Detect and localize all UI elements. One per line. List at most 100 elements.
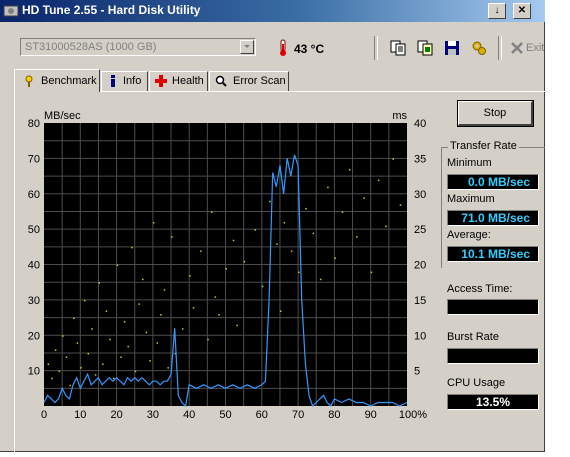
access-time-point [131,246,133,249]
y2-tick-label: 10 [414,330,426,342]
access-time-point [47,363,50,366]
y2-tick-label: 25 [414,224,426,236]
access-time-point [210,211,213,213]
burst-rate-value [447,348,539,364]
access-time-point [319,278,322,281]
access-time-label: Access Time: [447,283,513,295]
average-value: 10.1 MB/sec [447,246,539,262]
access-time-point [149,360,151,362]
access-time-point [334,257,336,259]
x-tick-label: 40 [183,409,195,421]
x-tick-label: 20 [110,409,122,421]
access-time-point [105,310,108,312]
access-time-point [276,243,278,245]
access-time-point [356,236,358,238]
access-time-point [116,264,119,266]
access-time-point [152,222,155,224]
access-time-point [192,306,195,309]
access-time-point [305,207,307,210]
access-time-point [54,349,57,351]
access-time-point [142,278,144,281]
access-time-point [69,384,71,387]
access-time-point [385,225,387,228]
access-time-point [163,289,166,291]
benchmark-icon [25,75,33,87]
access-time-point [171,236,173,238]
access-time-point [58,370,61,373]
tab-benchmark[interactable]: Benchmark [14,69,100,92]
y2-axis-label: ms [392,110,407,122]
x-tick-label: 10 [74,409,86,421]
access-time-point [312,232,315,235]
x-tick-label: 0 [41,409,47,421]
access-time-point [232,239,235,242]
access-time-point [290,250,293,252]
access-time-point [76,342,79,344]
stop-button[interactable]: Stop [457,100,534,127]
y-tick-label: 40 [28,260,40,272]
access-time-point [123,321,126,323]
y-tick-label: 50 [28,224,40,236]
access-time-point [138,303,140,305]
maximum-value: 71.0 MB/sec [447,210,539,226]
y-tick-label: 70 [28,153,40,165]
access-time-point [87,352,90,355]
access-time-point [254,229,257,231]
y2-tick-label: 40 [414,118,426,130]
access-time-point [225,268,227,270]
burst-rate-label: Burst Rate [447,331,499,343]
access-time-point [341,211,344,213]
y-axis-label: MB/sec [44,110,81,122]
access-time-point [269,200,271,203]
access-time-point [348,168,351,171]
y-tick-label: 60 [28,189,40,201]
access-time-point [261,285,264,288]
access-time-point [65,356,68,358]
access-time-point [279,310,282,312]
access-time-point [243,260,246,263]
x-tick-label: 50 [219,409,231,421]
access-time-point [120,356,122,358]
maximum-label: Maximum [447,193,495,205]
x-tick-label: 80 [328,409,340,421]
access-time-point [51,377,53,380]
access-time-point [83,299,86,302]
app-window: HD Tune 2.55 - Hard Disk Utility ↓ ✕ ST3… [0,0,545,452]
access-time-point [80,367,82,369]
y2-tick-label: 35 [414,153,426,165]
access-time-point [392,158,394,160]
access-time-point [127,345,129,348]
access-time-point [160,314,162,316]
y2-tick-label: 5 [414,366,420,378]
access-time-point [156,342,159,344]
minimum-value: 0.0 MB/sec [447,174,539,190]
access-time-point [399,204,402,206]
access-time-point [207,338,209,341]
y-tick-label: 80 [28,118,40,130]
access-time-point [327,186,329,189]
access-time-point [283,222,286,224]
access-time-point [98,282,100,284]
x-tick-label: 90 [365,409,377,421]
y-tick-label: 20 [28,330,40,342]
access-time-point [189,275,191,277]
access-time-point [94,374,97,376]
access-time-point [102,363,104,366]
access-time-point [62,335,64,337]
access-time-point [167,367,169,369]
access-time-point [298,271,300,274]
access-time-point [134,370,137,373]
y-tick-label: 10 [28,366,40,378]
access-time-point [370,271,373,274]
access-time-point [91,328,93,330]
x-tick-label: 100% [399,409,427,421]
access-time-point [181,328,184,330]
y2-tick-label: 15 [414,295,426,307]
access-time-point [214,296,217,298]
minimum-label: Minimum [447,157,492,169]
tab-benchmark-label: Benchmark [41,75,97,87]
access-time-point [377,179,380,182]
x-tick-label: 60 [256,409,268,421]
cpu-usage-value: 13.5% [447,394,539,410]
access-time-point [236,324,238,327]
